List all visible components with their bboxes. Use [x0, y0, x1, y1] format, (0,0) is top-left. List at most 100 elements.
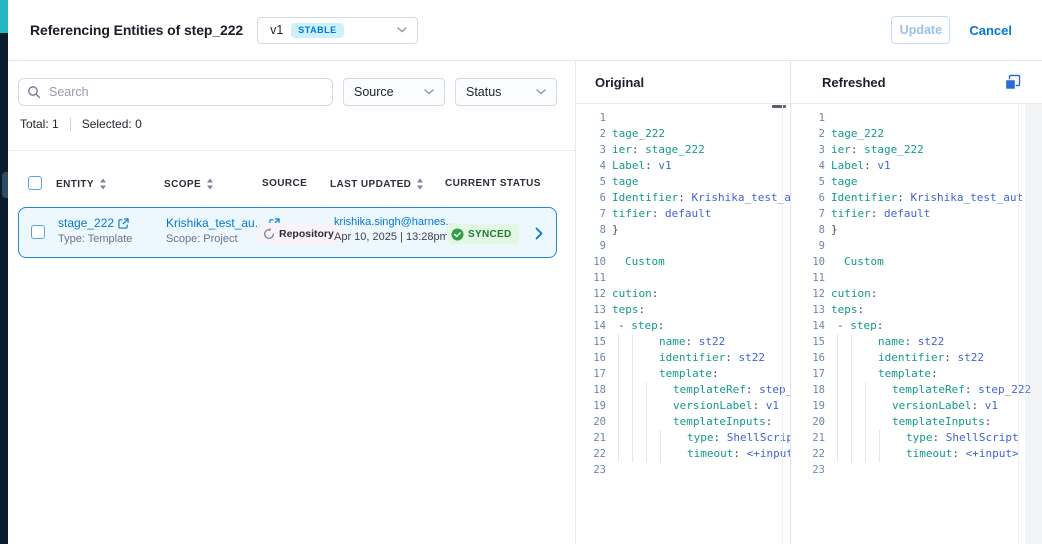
filter-bar: Source Status	[8, 61, 575, 106]
repository-icon	[263, 228, 275, 240]
code-line: 16identifier: st22	[791, 350, 1042, 366]
updated-at: Apr 10, 2025 | 13:28pm	[334, 231, 455, 243]
code-line: 3ier: stage_222	[791, 142, 1042, 158]
entity-link[interactable]: stage_222	[58, 216, 114, 230]
page-title: Referencing Entities of step_222	[30, 22, 243, 38]
version-label: v1	[270, 23, 283, 37]
code-line: 5tage	[791, 174, 1042, 190]
external-link-icon[interactable]	[118, 218, 129, 229]
update-button[interactable]: Update	[891, 16, 950, 44]
nav-rail-accent	[0, 0, 8, 33]
code-line: 9	[791, 238, 1042, 254]
section-divider	[8, 150, 575, 151]
drawer-header: Referencing Entities of step_222 v1 STAB…	[8, 0, 1042, 61]
select-all-checkbox[interactable]	[28, 176, 42, 190]
code-line: 21type: ShellScript	[791, 430, 1042, 446]
status-filter-dropdown[interactable]: Status	[455, 78, 557, 106]
status-filter-label: Status	[466, 85, 501, 99]
code-line: 2tage_222	[576, 126, 790, 142]
code-line: 18templateRef: step_222	[576, 382, 790, 398]
editor-edge-line	[782, 104, 783, 544]
code-line: 14- step:	[576, 318, 790, 334]
source-filter-label: Source	[354, 85, 394, 99]
code-line: 10Custom	[576, 254, 790, 270]
code-line: 16identifier: st22	[576, 350, 790, 366]
code-line: 3ier: stage_222	[576, 142, 790, 158]
source-filter-dropdown[interactable]: Source	[343, 78, 445, 106]
vertical-scrollbar-track[interactable]	[1025, 104, 1042, 544]
original-title: Original	[595, 75, 644, 90]
search-input[interactable]	[47, 84, 324, 100]
code-line: 4Label: v1	[576, 158, 790, 174]
editor-edge-line	[1018, 104, 1019, 544]
chevron-right-icon[interactable]	[535, 227, 543, 240]
status-badge: SYNCED	[447, 224, 519, 244]
version-stable-badge: STABLE	[291, 23, 343, 38]
code-line: 12cution:	[791, 286, 1042, 302]
code-line: 8}	[576, 222, 790, 238]
column-header-scope[interactable]: SCOPE	[164, 178, 214, 190]
original-panel: Original 12tage_2223ier: stage_2224Label…	[576, 61, 791, 544]
code-line: 1	[576, 110, 790, 126]
code-line: 17template:	[576, 366, 790, 382]
code-line: 19versionLabel: v1	[576, 398, 790, 414]
updated-by-link[interactable]: krishika.singh@harnes...	[334, 216, 455, 228]
scope-link[interactable]: Krishika_test_au...	[166, 216, 265, 230]
chevron-down-icon	[536, 89, 546, 95]
source-badge-label: Repository	[279, 228, 334, 240]
code-line: 15name: st22	[576, 334, 790, 350]
drawer-body: Source Status Total: 1	[8, 61, 1042, 544]
drawer: Referencing Entities of step_222 v1 STAB…	[8, 0, 1042, 544]
entity-cell: stage_222 Type: Template	[58, 216, 132, 245]
code-line: 13teps:	[791, 302, 1042, 318]
original-panel-header: Original	[576, 61, 790, 104]
code-line: 8}	[791, 222, 1042, 238]
table-header: ENTITY SCOPE SOURCE LAST UPDATED	[8, 165, 575, 205]
selected-count: Selected: 0	[82, 117, 142, 131]
search-box[interactable]	[18, 78, 333, 106]
refreshed-panel-header: Refreshed	[791, 61, 1042, 104]
row-checkbox[interactable]	[31, 225, 45, 239]
code-line: 11	[576, 270, 790, 286]
code-line: 12cution:	[576, 286, 790, 302]
refreshed-code-editor[interactable]: 12tage_2223ier: stage_2224Label: v15tage…	[791, 104, 1042, 478]
code-line: 18templateRef: step_222	[791, 382, 1042, 398]
version-select[interactable]: v1 STABLE	[257, 17, 418, 44]
copy-icon[interactable]	[1004, 74, 1021, 91]
sort-icon	[99, 178, 107, 190]
referencing-entities-drawer: Referencing Entities of step_222 v1 STAB…	[0, 0, 1042, 544]
code-line: 23	[576, 462, 790, 478]
table-row[interactable]: stage_222 Type: Template Krishika_test_a…	[18, 207, 557, 258]
code-line: 21type: ShellScript	[576, 430, 790, 446]
column-label: SOURCE	[262, 178, 307, 189]
background-nav-rail	[0, 0, 8, 544]
column-label: LAST UPDATED	[330, 179, 411, 190]
sort-icon	[416, 178, 424, 190]
chevron-down-icon	[397, 27, 407, 33]
total-count: Total: 1	[20, 117, 59, 131]
code-line: 2tage_222	[791, 126, 1042, 142]
sort-icon	[206, 178, 214, 190]
code-line: 9	[576, 238, 790, 254]
column-label: SCOPE	[164, 179, 201, 190]
horizontal-scrollbar-thumb[interactable]	[772, 105, 786, 108]
count-bar: Total: 1 Selected: 0	[8, 106, 575, 131]
code-line: 10Custom	[791, 254, 1042, 270]
code-line: 11	[791, 270, 1042, 286]
column-header-last-updated[interactable]: LAST UPDATED	[330, 178, 424, 190]
source-badge: Repository	[256, 223, 343, 245]
column-label: ENTITY	[56, 179, 94, 190]
chevron-down-icon	[424, 89, 434, 95]
diff-section: Original 12tage_2223ier: stage_2224Label…	[575, 61, 1042, 544]
code-line: 15name: st22	[791, 334, 1042, 350]
code-line: 13teps:	[576, 302, 790, 318]
code-line: 20templateInputs:	[791, 414, 1042, 430]
code-line: 7tifier: default	[791, 206, 1042, 222]
original-code-editor[interactable]: 12tage_2223ier: stage_2224Label: v15tage…	[576, 104, 790, 478]
entities-section: Source Status Total: 1	[8, 61, 575, 544]
code-line: 17template:	[791, 366, 1042, 382]
cancel-button[interactable]: Cancel	[969, 23, 1012, 38]
column-header-entity[interactable]: ENTITY	[56, 178, 107, 190]
column-header-current-status: CURRENT STATUS	[445, 178, 541, 189]
code-line: 14- step:	[791, 318, 1042, 334]
